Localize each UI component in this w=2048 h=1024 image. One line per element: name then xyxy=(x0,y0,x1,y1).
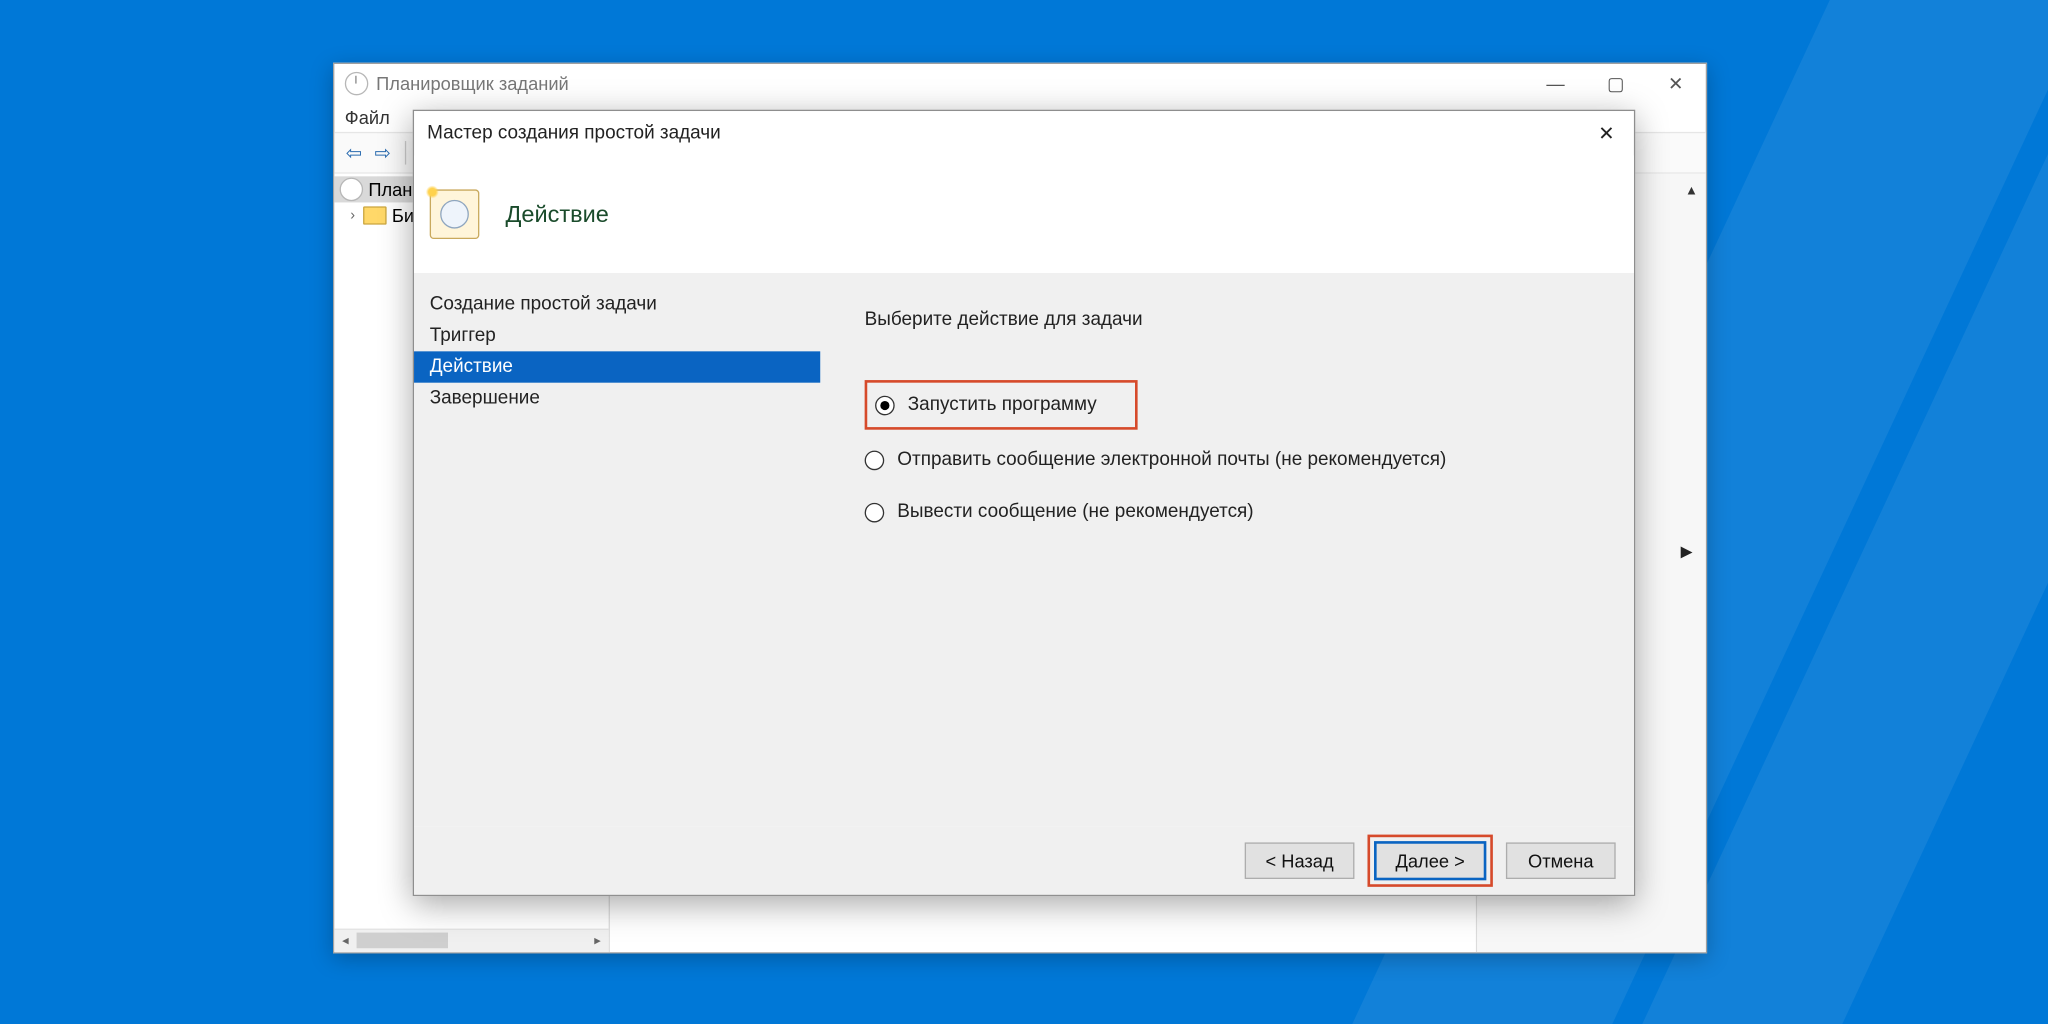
option-run-program[interactable]: Запустить программу xyxy=(865,380,1138,430)
step-trigger[interactable]: Триггер xyxy=(414,320,820,351)
option-send-email-label: Отправить сообщение электронной почты (н… xyxy=(897,449,1446,470)
wizard-content-pane: Выберите действие для задачи Запустить п… xyxy=(820,273,1634,827)
toolbar-separator xyxy=(405,141,406,165)
maximize-button[interactable]: ▢ xyxy=(1586,64,1646,103)
scheduler-icon xyxy=(345,72,369,96)
option-send-email[interactable]: Отправить сообщение электронной почты (н… xyxy=(865,443,1608,477)
step-finish[interactable]: Завершение xyxy=(414,383,820,414)
radio-show-message[interactable] xyxy=(865,502,885,522)
scroll-left-icon[interactable]: ◂ xyxy=(334,930,356,952)
action-prompt: Выберите действие для задачи xyxy=(865,310,1608,331)
tree-horizontal-scrollbar[interactable]: ◂ ▸ xyxy=(334,929,608,953)
option-run-program-label: Запустить программу xyxy=(908,394,1097,415)
close-button[interactable]: ✕ xyxy=(1646,64,1706,103)
nav-forward-icon[interactable]: ⇨ xyxy=(371,141,395,165)
main-titlebar[interactable]: Планировщик заданий — ▢ ✕ xyxy=(334,64,1705,103)
next-button[interactable]: Далее > xyxy=(1374,841,1486,880)
minimize-button[interactable]: — xyxy=(1526,64,1586,103)
nav-back-icon[interactable]: ⇦ xyxy=(342,141,366,165)
scheduler-icon xyxy=(340,178,364,202)
create-task-wizard-dialog: Мастер создания простой задачи ✕ Действи… xyxy=(413,110,1636,896)
dialog-close-button[interactable]: ✕ xyxy=(1587,116,1626,150)
radio-run-program[interactable] xyxy=(875,395,895,415)
step-action[interactable]: Действие xyxy=(414,351,820,382)
collapse-pane-icon[interactable]: ▲ xyxy=(1685,184,1698,198)
scroll-thumb[interactable] xyxy=(357,933,448,949)
cancel-button[interactable]: Отмена xyxy=(1506,842,1616,879)
expand-arrow-icon[interactable]: ▶ xyxy=(1681,542,1693,560)
wizard-icon xyxy=(430,189,480,239)
dialog-heading: Действие xyxy=(505,200,608,227)
menu-file[interactable]: Файл xyxy=(345,107,390,128)
chevron-right-icon[interactable]: › xyxy=(345,208,361,224)
dialog-titlebar[interactable]: Мастер создания простой задачи xyxy=(414,111,1634,155)
dialog-footer: < Назад Далее > Отмена xyxy=(414,827,1634,895)
dialog-header: Действие xyxy=(414,155,1634,273)
option-show-message-label: Вывести сообщение (не рекомендуется) xyxy=(897,502,1253,523)
main-window-title: Планировщик заданий xyxy=(376,73,569,94)
scroll-right-icon[interactable]: ▸ xyxy=(586,930,608,952)
radio-send-email[interactable] xyxy=(865,450,885,470)
folder-icon xyxy=(363,206,387,224)
next-button-highlight: Далее > xyxy=(1367,835,1492,887)
wizard-steps-pane: Создание простой задачи Триггер Действие… xyxy=(414,273,820,827)
dialog-title: Мастер создания простой задачи xyxy=(427,123,721,144)
step-create-task[interactable]: Создание простой задачи xyxy=(414,289,820,320)
back-button[interactable]: < Назад xyxy=(1245,842,1355,879)
option-show-message[interactable]: Вывести сообщение (не рекомендуется) xyxy=(865,495,1608,529)
